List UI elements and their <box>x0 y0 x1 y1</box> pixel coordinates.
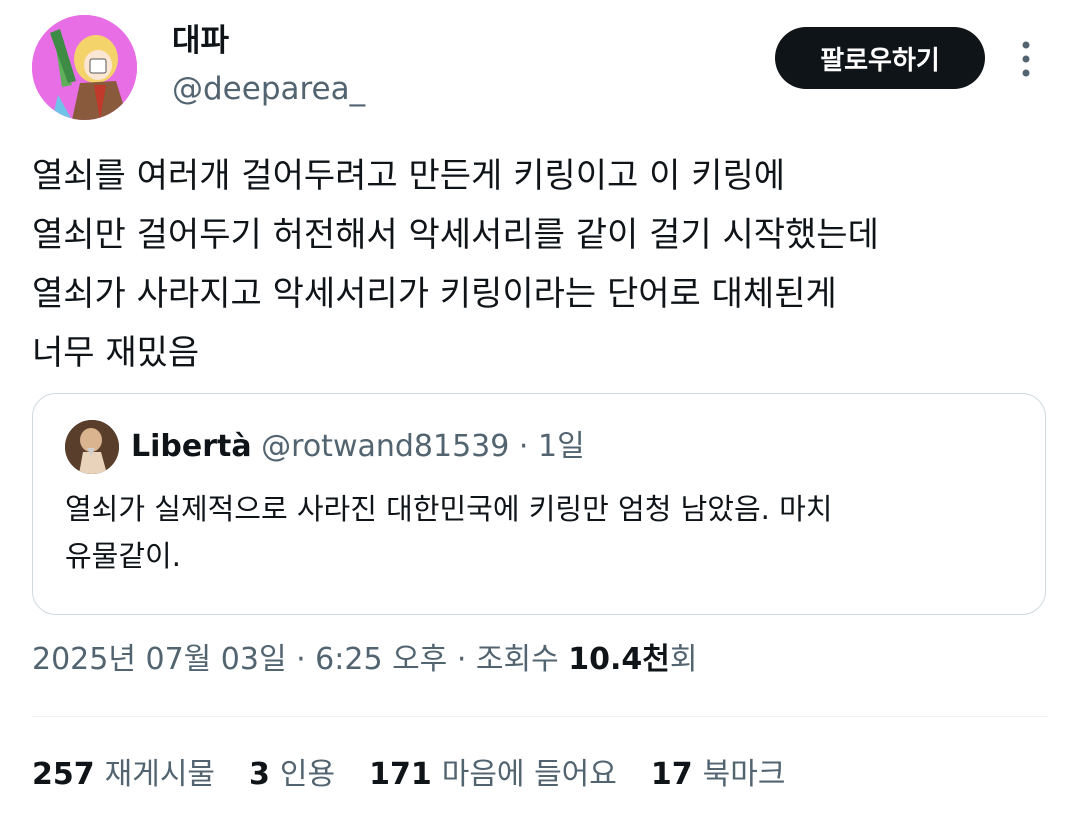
divider <box>32 716 1048 717</box>
tweet-meta: 2025년 07월 03일 · 6:25 오후 · 조회수 10.4천회 <box>32 638 697 682</box>
quoted-author-avatar[interactable] <box>65 420 119 474</box>
view-count-suffix: 회 <box>669 642 698 677</box>
tweet-datetime[interactable]: 2025년 07월 03일 · 6:25 오후 · 조회수 <box>32 642 568 677</box>
stat-bookmarks[interactable]: 17 북마크 <box>651 753 786 797</box>
quoted-author-handle[interactable]: @rotwand81539 <box>261 429 509 464</box>
more-options-icon[interactable] <box>1014 38 1038 80</box>
quoted-header: Libertà @rotwand81539 · 1일 <box>131 428 585 466</box>
quoted-author-name[interactable]: Libertà <box>131 429 252 464</box>
author-handle[interactable]: @deeparea_ <box>172 70 365 108</box>
quoted-timestamp[interactable]: 1일 <box>538 429 585 464</box>
avatar-illustration <box>32 15 137 120</box>
engagement-stats: 257 재게시물 3 인용 171 마음에 들어요 17 북마크 <box>32 753 785 797</box>
stat-label: 인용 <box>279 757 336 792</box>
stat-count: 257 <box>32 757 95 792</box>
stat-label: 북마크 <box>702 757 786 792</box>
stat-label: 마음에 들어요 <box>441 757 617 792</box>
stat-count: 17 <box>650 757 693 792</box>
stat-label: 재게시물 <box>104 757 216 792</box>
view-count: 10.4천 <box>568 642 670 677</box>
follow-button[interactable]: 팔로우하기 <box>775 27 985 89</box>
quoted-separator: · <box>518 429 529 464</box>
author-avatar[interactable] <box>32 15 137 120</box>
quoted-tweet-text: 열쇠가 실제적으로 사라진 대한민국에 키링만 엄청 남았음. 마치 유물같이. <box>65 492 833 573</box>
stat-reposts[interactable]: 257 재게시물 <box>32 753 215 797</box>
stat-likes[interactable]: 171 마음에 들어요 <box>369 753 617 797</box>
stat-count: 3 <box>249 757 270 792</box>
stat-count: 171 <box>369 757 432 792</box>
quoted-tweet-card[interactable]: Libertà @rotwand81539 · 1일 열쇠가 실제적으로 사라진… <box>32 393 1046 615</box>
quoted-avatar-illustration <box>65 420 119 474</box>
author-display-name[interactable]: 대파 <box>172 22 229 60</box>
tweet-text: 열쇠를 여러개 걸어두려고 만든게 키링이고 이 키링에 열쇠만 걸어두기 허전… <box>32 156 879 373</box>
stat-quotes[interactable]: 3 인용 <box>249 753 335 797</box>
